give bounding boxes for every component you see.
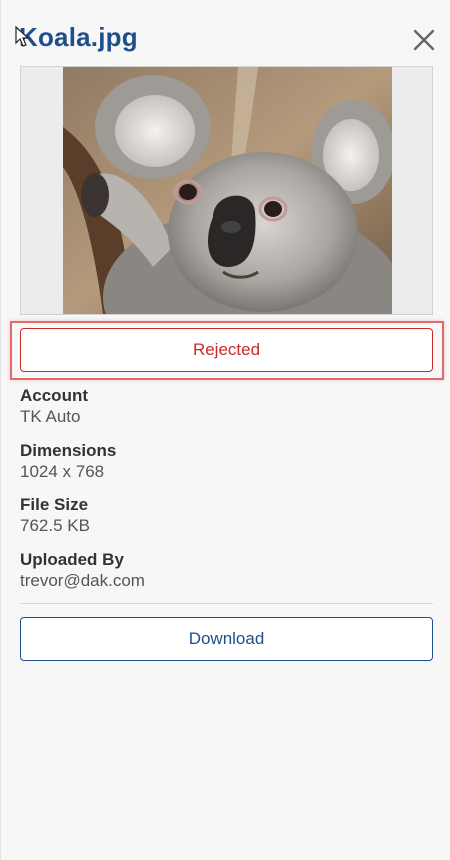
file-size-value: 762.5 KB xyxy=(20,516,90,535)
koala-photo xyxy=(63,67,392,314)
uploaded-by-section: Uploaded By trevor@dak.com xyxy=(20,550,145,591)
asset-detail-panel: Koala.jpg Rejected Account TK Auto Dimen… xyxy=(0,0,450,860)
close-icon[interactable] xyxy=(411,27,437,53)
file-size-section: File Size 762.5 KB xyxy=(20,495,90,536)
image-preview xyxy=(20,66,433,315)
mouse-cursor-icon xyxy=(15,26,30,47)
uploaded-by-value: trevor@dak.com xyxy=(20,571,145,590)
file-size-label: File Size xyxy=(20,495,89,514)
dimensions-value: 1024 x 768 xyxy=(20,462,105,481)
account-value: TK Auto xyxy=(20,407,81,426)
dimensions-label: Dimensions xyxy=(20,441,117,460)
divider xyxy=(20,603,433,604)
status-rejected-button[interactable]: Rejected xyxy=(20,328,433,372)
account-label: Account xyxy=(20,386,88,405)
account-section: Account TK Auto xyxy=(20,386,88,427)
uploaded-by-label: Uploaded By xyxy=(20,550,124,569)
dimensions-section: Dimensions 1024 x 768 xyxy=(20,441,116,482)
download-button[interactable]: Download xyxy=(20,617,433,661)
file-title: Koala.jpg xyxy=(19,22,138,52)
